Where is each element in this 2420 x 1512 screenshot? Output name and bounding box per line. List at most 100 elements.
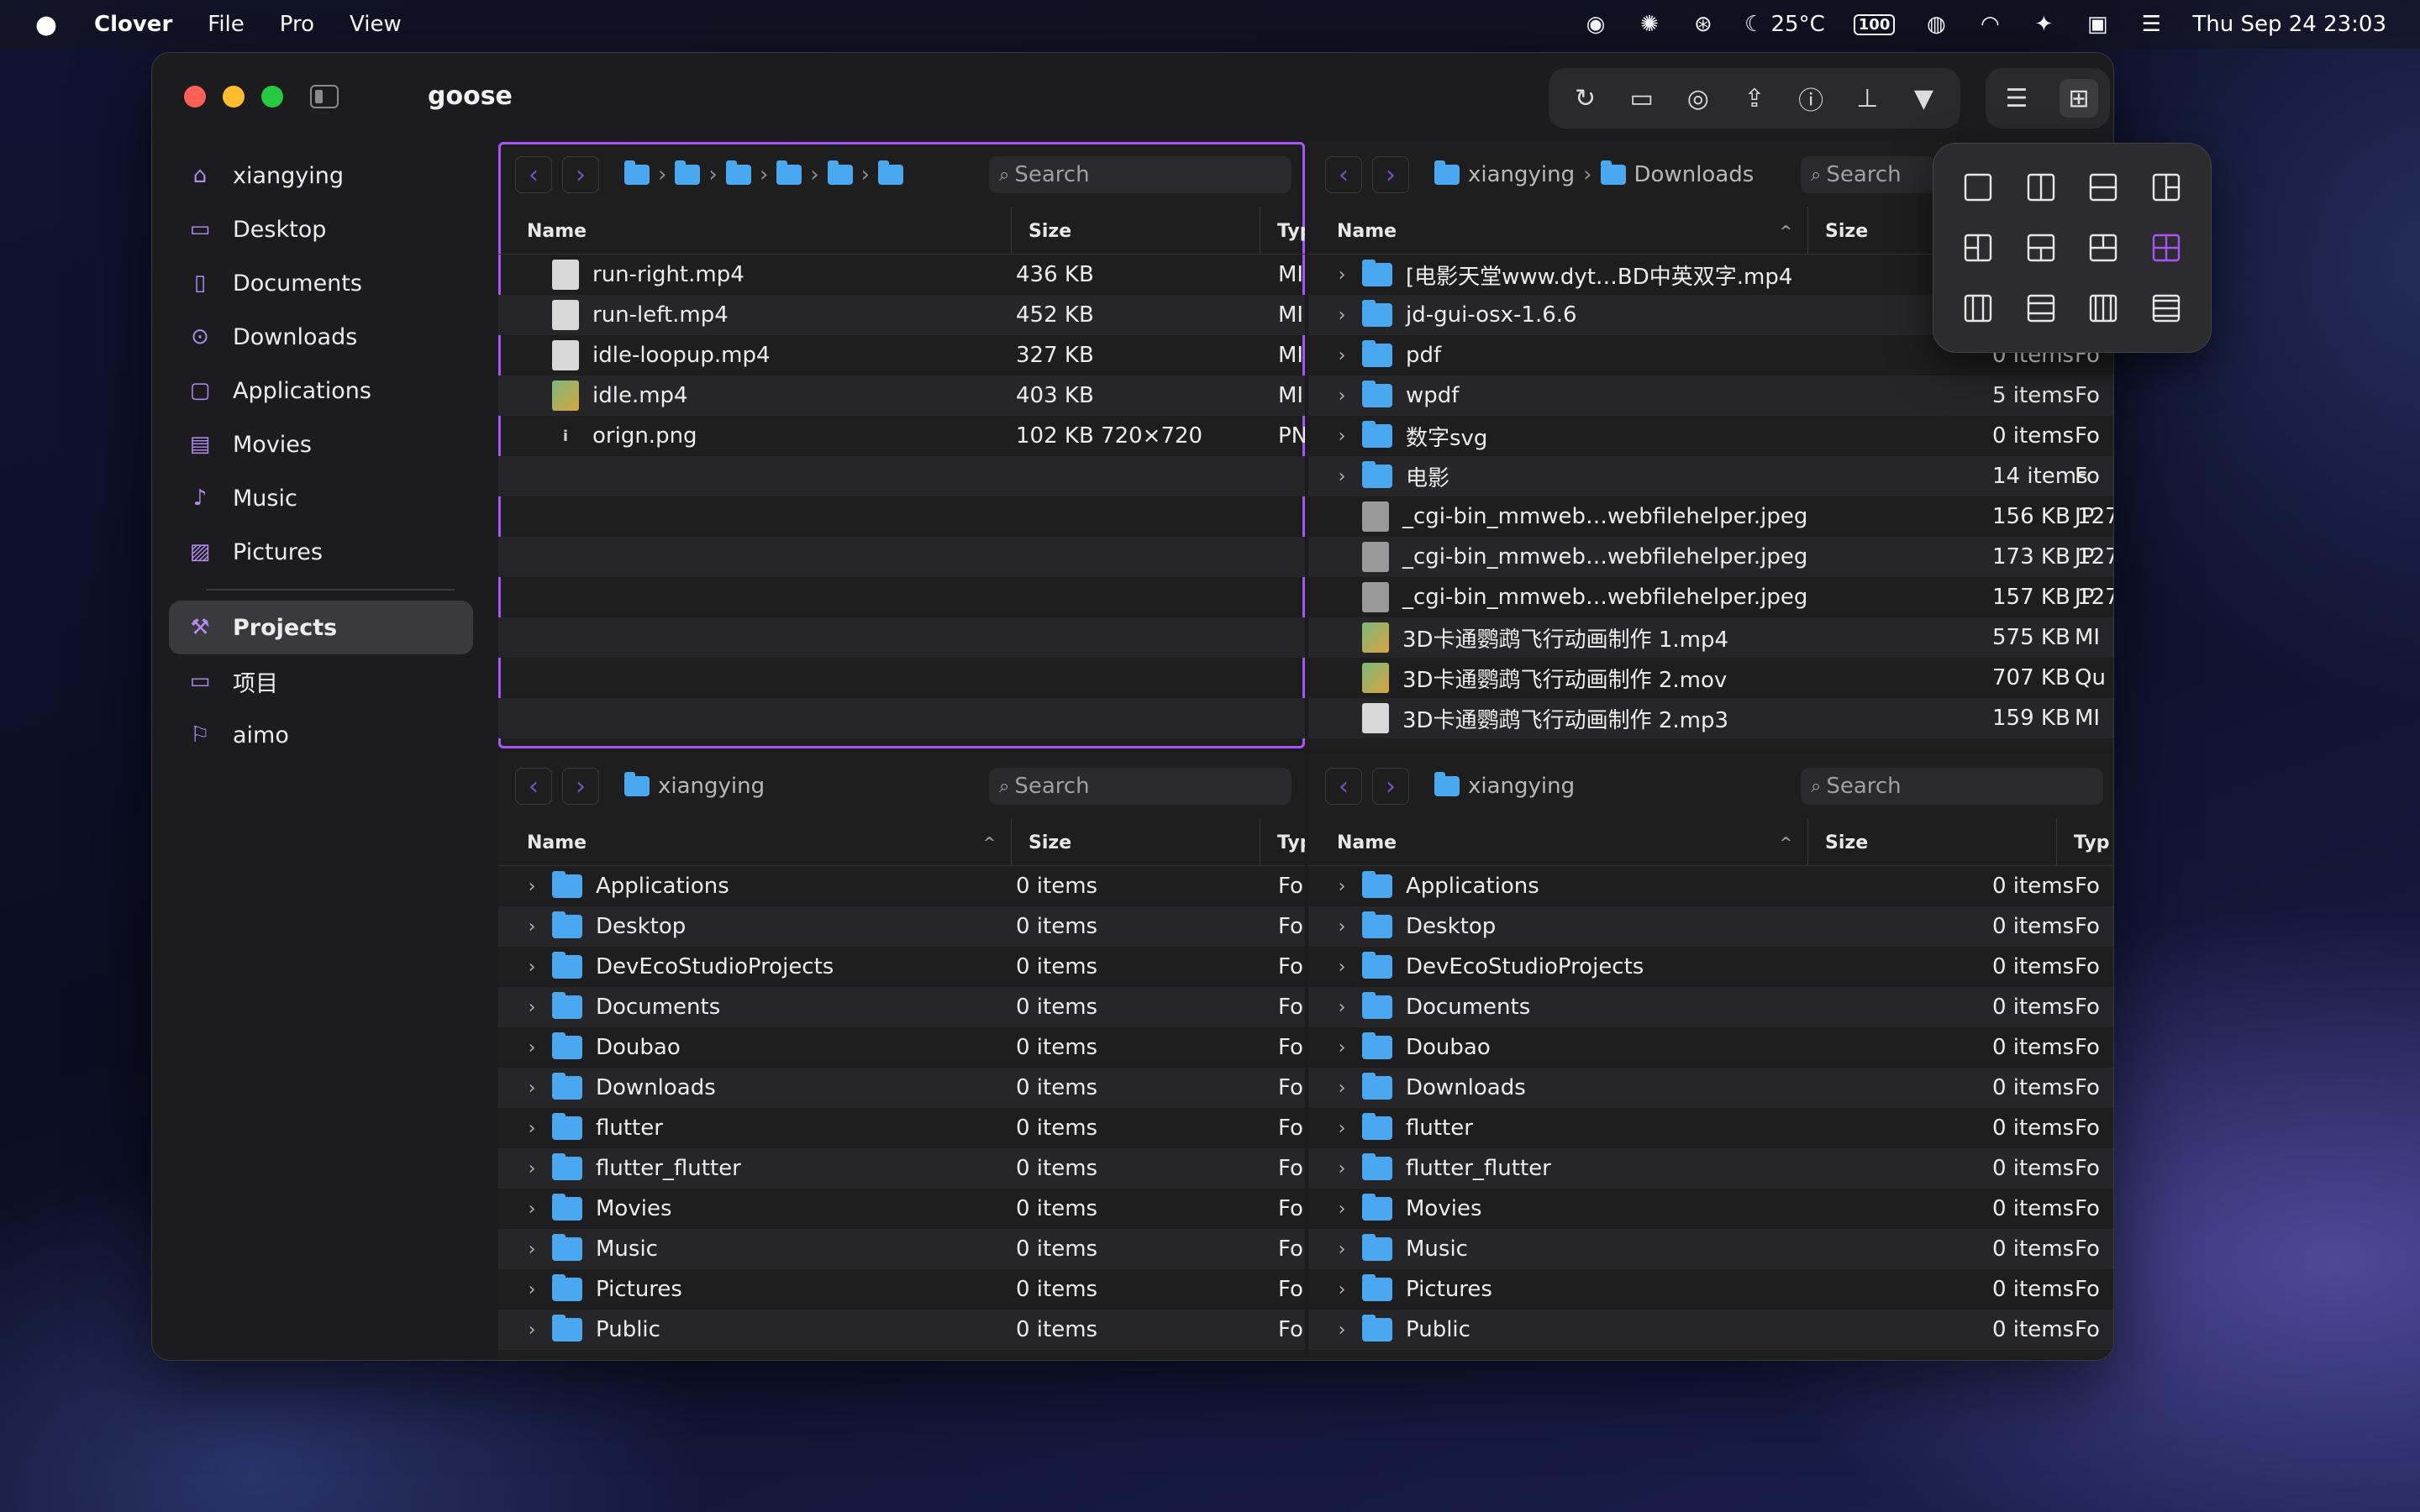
table-row[interactable]: › Music 0 items Fo xyxy=(1308,1229,2113,1269)
column-type[interactable]: Typ xyxy=(1260,207,1305,255)
layout-three-rows-icon[interactable] xyxy=(2012,280,2071,337)
disclosure-chevron-icon[interactable]: › xyxy=(1334,345,1350,366)
info-icon[interactable]: ⓘ xyxy=(1791,79,1830,118)
table-row[interactable]: › DevEcoStudioProjects 0 items Fo xyxy=(1308,947,2113,987)
forward-button[interactable]: › xyxy=(562,768,599,805)
screen-share-icon[interactable]: ▣ xyxy=(2085,12,2110,37)
app-status-icon[interactable]: ◉ xyxy=(1583,12,1608,37)
table-row[interactable]: 3D卡通鹦鹉飞行动画制作 2.mp3 159 KB MI xyxy=(1308,698,2113,738)
column-size[interactable]: Size xyxy=(1011,207,1260,255)
sidebar-item-movies[interactable]: ▤ Movies xyxy=(169,417,473,471)
grid-layout-icon[interactable]: ⊞ xyxy=(2060,79,2098,118)
search-input[interactable]: ⌕ Search xyxy=(1801,156,1935,193)
table-row[interactable]: 𝗶 orign.png 102 KB 720×720 PN xyxy=(498,416,1305,456)
voice-icon[interactable]: ◍ xyxy=(1923,12,1949,37)
search-input[interactable]: ⌕ Search xyxy=(989,156,1292,193)
table-row[interactable]: › Documents 0 items Fo xyxy=(1308,987,2113,1027)
column-name[interactable]: Name ^ xyxy=(1308,207,1807,255)
clock[interactable]: Thu Sep 24 23:03 xyxy=(2192,12,2386,37)
disclosure-chevron-icon[interactable]: › xyxy=(1334,997,1350,1018)
folder-icon[interactable] xyxy=(675,160,701,185)
battery-icon[interactable]: 100 xyxy=(1853,13,1896,35)
pin-icon[interactable]: ⊥ xyxy=(1848,79,1886,118)
table-row[interactable]: › Doubao 0 items Fo xyxy=(498,1027,1305,1068)
disclosure-chevron-icon[interactable]: › xyxy=(523,1078,540,1099)
minimize-button[interactable] xyxy=(223,86,245,108)
pin-status-icon[interactable]: ✦ xyxy=(2031,12,2056,37)
disclosure-chevron-icon[interactable]: › xyxy=(523,1279,540,1300)
disclosure-chevron-icon[interactable]: › xyxy=(1334,1320,1350,1341)
table-row[interactable]: _cgi-bin_mmweb…webfilehelper.jpeg 173 KB … xyxy=(1308,537,2113,577)
table-row[interactable]: › Desktop 0 items Fo xyxy=(498,906,1305,947)
column-type[interactable]: Typ xyxy=(2056,819,2113,866)
disclosure-chevron-icon[interactable]: › xyxy=(1334,265,1350,286)
table-row[interactable]: _cgi-bin_mmweb…webfilehelper.jpeg 156 KB … xyxy=(1308,496,2113,537)
sidebar-toggle-icon[interactable] xyxy=(310,85,339,108)
table-row[interactable]: › Pictures 0 items Fo xyxy=(1308,1269,2113,1310)
table-row[interactable]: run-left.mp4 452 KB MI xyxy=(498,295,1305,335)
table-row[interactable]: › Doubao 0 items Fo xyxy=(1308,1027,2113,1068)
sidebar-item-pictures[interactable]: ▨ Pictures xyxy=(169,525,473,579)
back-button[interactable]: ‹ xyxy=(515,768,552,805)
disclosure-chevron-icon[interactable]: › xyxy=(523,957,540,978)
disclosure-chevron-icon[interactable]: › xyxy=(523,1118,540,1139)
disclosure-chevron-icon[interactable]: › xyxy=(1334,386,1350,407)
table-row[interactable]: › Applications 0 items Fo xyxy=(498,866,1305,906)
table-row[interactable]: › Documents 0 items Fo xyxy=(498,987,1305,1027)
table-row[interactable]: › Applications 0 items Fo xyxy=(1308,866,2113,906)
table-row[interactable]: 3D卡通鹦鹉飞行动画制作 1.mp4 575 KB MI xyxy=(1308,617,2113,658)
table-row[interactable]: › wpdf 5 items Fo xyxy=(1308,375,2113,416)
disclosure-chevron-icon[interactable]: › xyxy=(1334,1279,1350,1300)
column-size[interactable]: Size xyxy=(1807,819,2056,866)
folder-icon[interactable] xyxy=(878,160,904,185)
layout-three-columns-icon[interactable] xyxy=(1949,280,2008,337)
disclosure-chevron-icon[interactable]: › xyxy=(523,1199,540,1220)
table-row[interactable]: › flutter_flutter 0 items Fo xyxy=(1308,1148,2113,1189)
table-row[interactable]: › Desktop 0 items Fo xyxy=(1308,906,2113,947)
folder-icon[interactable] xyxy=(827,160,853,185)
layout-two-rows-icon[interactable] xyxy=(2074,159,2133,216)
table-row[interactable]: › Movies 0 items Fo xyxy=(1308,1189,2113,1229)
folder-icon[interactable] xyxy=(725,160,751,185)
disclosure-chevron-icon[interactable]: › xyxy=(523,1320,540,1341)
table-row[interactable]: › Music 0 items Fo xyxy=(498,1229,1305,1269)
menu-view[interactable]: View xyxy=(350,12,402,37)
sidebar-item-aimo[interactable]: ⚐ aimo xyxy=(169,708,473,762)
table-row[interactable]: › Downloads 0 items Fo xyxy=(1308,1068,2113,1108)
disclosure-chevron-icon[interactable]: › xyxy=(1334,1118,1350,1139)
disclosure-chevron-icon[interactable]: › xyxy=(1334,1037,1350,1058)
zoom-button[interactable] xyxy=(261,86,283,108)
column-size[interactable]: Size xyxy=(1011,819,1260,866)
back-button[interactable]: ‹ xyxy=(1325,768,1362,805)
folder-icon[interactable] xyxy=(624,160,650,185)
control-center-icon[interactable]: ☰ xyxy=(2139,12,2164,37)
airdrop-icon[interactable]: ◎ xyxy=(1679,79,1718,118)
table-row[interactable]: › Public 0 items Fo xyxy=(498,1310,1305,1350)
layout-four-columns-icon[interactable] xyxy=(2074,280,2133,337)
disclosure-chevron-icon[interactable]: › xyxy=(1334,916,1350,937)
disclosure-chevron-icon[interactable]: › xyxy=(1334,1078,1350,1099)
disclosure-chevron-icon[interactable]: › xyxy=(1334,466,1350,487)
weather-status[interactable]: ☾ 25°C xyxy=(1744,12,1825,37)
column-name[interactable]: Name ^ xyxy=(1308,819,1807,866)
disclosure-chevron-icon[interactable]: › xyxy=(1334,1158,1350,1179)
disclosure-chevron-icon[interactable]: › xyxy=(523,1158,540,1179)
column-type[interactable]: Typ xyxy=(1260,819,1305,866)
pane-bottom-left[interactable]: ‹ › xiangying ⌕Search Name ^ Size Typ › Ap… xyxy=(498,753,1305,1360)
disclosure-chevron-icon[interactable]: › xyxy=(1334,1239,1350,1260)
pane-top-left[interactable]: ‹ › › › › › › ⌕Search Name Size Typ run-… xyxy=(498,142,1305,748)
table-row[interactable]: › flutter 0 items Fo xyxy=(1308,1108,2113,1148)
disclosure-chevron-icon[interactable]: › xyxy=(1334,876,1350,897)
disclosure-chevron-icon[interactable]: › xyxy=(523,916,540,937)
disclosure-chevron-icon[interactable]: › xyxy=(1334,957,1350,978)
share-icon[interactable]: ⇪ xyxy=(1735,79,1774,118)
table-row[interactable]: › flutter 0 items Fo xyxy=(498,1108,1305,1148)
forward-button[interactable]: › xyxy=(1372,156,1409,193)
back-button[interactable]: ‹ xyxy=(515,156,552,193)
menu-file[interactable]: File xyxy=(208,12,245,37)
back-button[interactable]: ‹ xyxy=(1325,156,1362,193)
sidebar-item-projects[interactable]: ⚒ Projects xyxy=(169,601,473,654)
forward-button[interactable]: › xyxy=(1372,768,1409,805)
refresh-icon[interactable]: ↻ xyxy=(1566,79,1605,118)
table-row[interactable]: › Public 0 items Fo xyxy=(1308,1310,2113,1350)
